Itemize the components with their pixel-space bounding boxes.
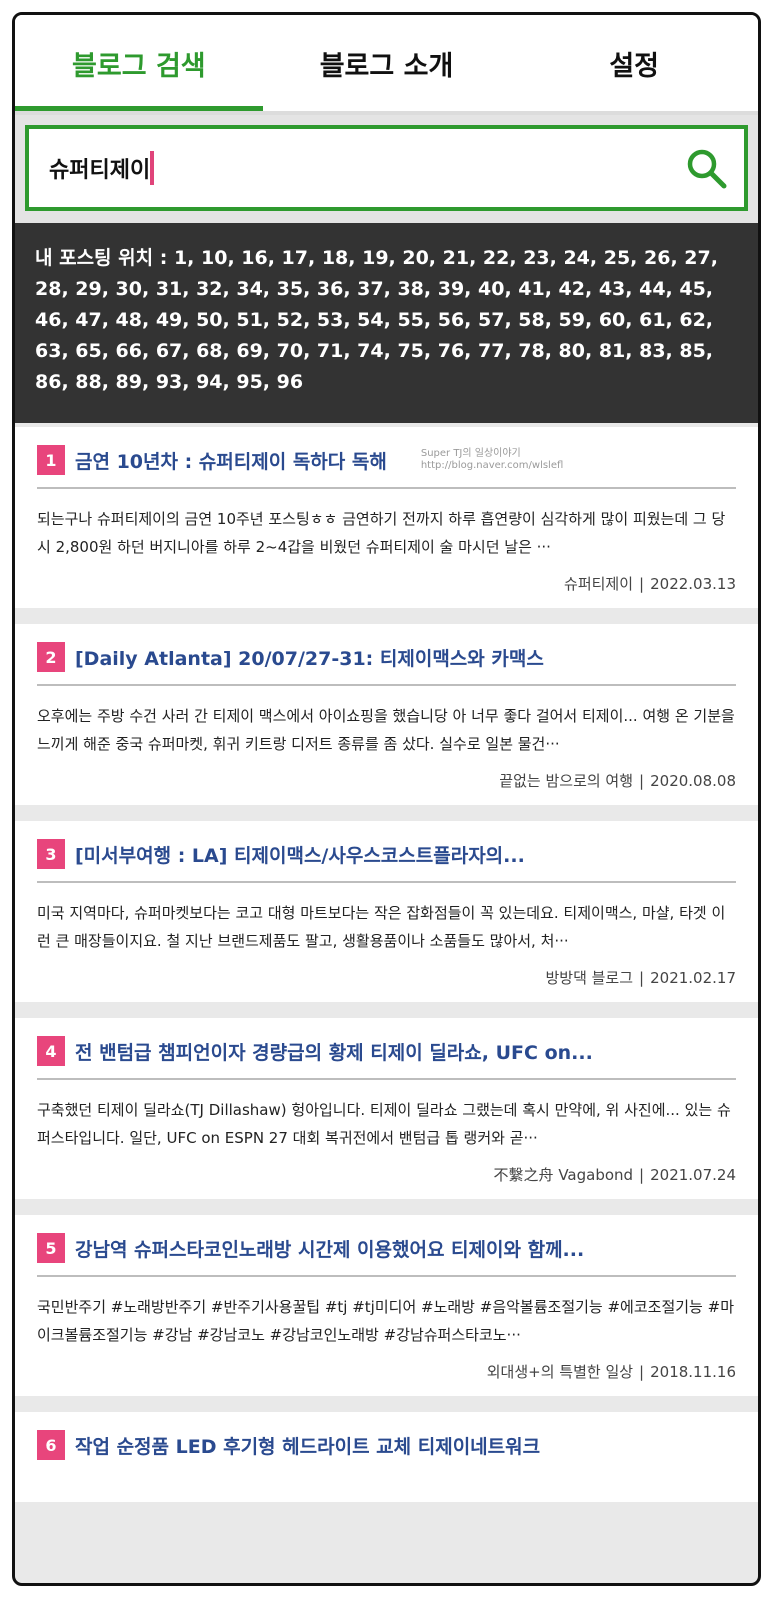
rank-badge: 5 [37,1233,65,1263]
result-head: 1 금연 10년차 : 슈퍼티제이 독하다 독해 Super TJ의 일상이야기… [37,445,736,489]
result-card[interactable]: 6 작업 순정품 LED 후기형 헤드라이트 교체 티제이네트워크 [15,1412,758,1502]
search-box[interactable]: 슈퍼티제이 [25,125,748,211]
search-icon[interactable] [684,146,728,190]
result-date: 2022.03.13 [650,575,736,593]
result-head: 6 작업 순정품 LED 후기형 헤드라이트 교체 티제이네트워크 [37,1430,736,1472]
result-card[interactable]: 1 금연 10년차 : 슈퍼티제이 독하다 독해 Super TJ의 일상이야기… [15,427,758,608]
result-meta: 슈퍼티제이 | 2022.03.13 [37,573,736,594]
rank-badge: 6 [37,1430,65,1460]
result-card[interactable]: 3 [미서부여행 : LA] 티제이맥스/사우스코스트플라자의... 미국 지역… [15,821,758,1002]
result-list: 1 금연 10년차 : 슈퍼티제이 독하다 독해 Super TJ의 일상이야기… [15,427,758,1502]
rank-badge: 3 [37,839,65,869]
result-author: 슈퍼티제이 [564,575,634,593]
result-snippet: 오후에는 주방 수건 사러 간 티제이 맥스에서 아이쇼핑을 했습니당 아 너무… [37,707,735,753]
rank-badge: 4 [37,1036,65,1066]
meta-separator: | [639,772,645,790]
result-snippet: 미국 지역마다, 슈퍼마켓보다는 코고 대형 마트보다는 작은 잡화점들이 꼭 … [37,904,726,950]
result-date: 2020.08.08 [650,772,736,790]
result-card[interactable]: 4 전 밴텀급 챔피언이자 경량급의 황제 티제이 딜라쇼, UFC on...… [15,1018,758,1199]
result-head: 5 강남역 슈퍼스타코인노래방 시간제 이용했어요 티제이와 함께... [37,1233,736,1277]
result-author: 不繫之舟 Vagabond [493,1166,634,1184]
watermark-line-2: http://blog.naver.com/wlslefl [420,460,564,471]
rank-badge: 2 [37,642,65,672]
positions-label: 내 포스팅 위치 : [35,247,168,269]
result-meta: 방방댁 블로그 | 2021.02.17 [37,967,736,988]
result-date: 2021.07.24 [650,1166,736,1184]
result-meta: 외대생+의 특별한 일상 | 2018.11.16 [37,1361,736,1382]
result-card[interactable]: 2 [Daily Atlanta] 20/07/27-31: 티제이맥스와 카맥… [15,624,758,805]
result-card[interactable]: 5 강남역 슈퍼스타코인노래방 시간제 이용했어요 티제이와 함께... 국민반… [15,1215,758,1396]
meta-separator: | [639,969,645,987]
posting-positions: 내 포스팅 위치 : 1, 10, 16, 17, 18, 19, 20, 21… [15,223,758,423]
tab-blog-search[interactable]: 블로그 검색 [15,15,263,111]
result-title[interactable]: 강남역 슈퍼스타코인노래방 시간제 이용했어요 티제이와 함께... [75,1235,584,1262]
result-title[interactable]: [미서부여행 : LA] 티제이맥스/사우스코스트플라자의... [75,841,525,868]
result-head: 3 [미서부여행 : LA] 티제이맥스/사우스코스트플라자의... [37,839,736,883]
result-head: 4 전 밴텀급 챔피언이자 경량급의 황제 티제이 딜라쇼, UFC on... [37,1036,736,1080]
result-snippet: 국민반주기 #노래방반주기 #반주기사용꿀팁 #tj #tj미디어 #노래방 #… [37,1298,734,1344]
result-meta: 끝없는 밤으로의 여행 | 2020.08.08 [37,770,736,791]
result-author: 방방댁 블로그 [545,969,634,987]
rank-badge: 1 [37,445,65,475]
result-title[interactable]: 금연 10년차 : 슈퍼티제이 독하다 독해 [75,447,387,474]
tab-bar: 블로그 검색 블로그 소개 설정 [15,15,758,111]
app-frame: 블로그 검색 블로그 소개 설정 슈퍼티제이 내 포스팅 위치 : 1, 10,… [12,12,761,1586]
result-title[interactable]: [Daily Atlanta] 20/07/27-31: 티제이맥스와 카맥스 [75,644,544,671]
tab-settings[interactable]: 설정 [510,15,758,111]
result-title[interactable]: 작업 순정품 LED 후기형 헤드라이트 교체 티제이네트워크 [75,1432,540,1459]
search-input[interactable]: 슈퍼티제이 [49,152,150,184]
result-head: 2 [Daily Atlanta] 20/07/27-31: 티제이맥스와 카맥… [37,642,736,686]
result-date: 2021.02.17 [650,969,736,987]
result-snippet: 구축했던 티제이 딜라쇼(TJ Dillashaw) 헝아입니다. 티제이 딜라… [37,1101,731,1147]
text-caret [150,151,155,185]
search-area: 슈퍼티제이 [15,115,758,223]
meta-separator: | [639,575,645,593]
result-snippet: 되는구나 슈퍼티제이의 금연 10주년 포스팅ㅎㅎ 금연하기 전까지 하루 흡연… [37,510,726,556]
blog-watermark: Super TJ의 일상이야기 http://blog.naver.com/wl… [421,448,563,472]
result-author: 외대생+의 특별한 일상 [486,1363,634,1381]
result-title[interactable]: 전 밴텀급 챔피언이자 경량급의 황제 티제이 딜라쇼, UFC on... [75,1038,593,1065]
result-author: 끝없는 밤으로의 여행 [499,772,634,790]
result-meta: 不繫之舟 Vagabond | 2021.07.24 [37,1164,736,1185]
watermark-line-1: Super TJ의 일상이야기 [420,448,521,459]
tab-blog-intro[interactable]: 블로그 소개 [263,15,511,111]
meta-separator: | [639,1166,645,1184]
result-date: 2018.11.16 [650,1363,736,1381]
meta-separator: | [639,1363,645,1381]
